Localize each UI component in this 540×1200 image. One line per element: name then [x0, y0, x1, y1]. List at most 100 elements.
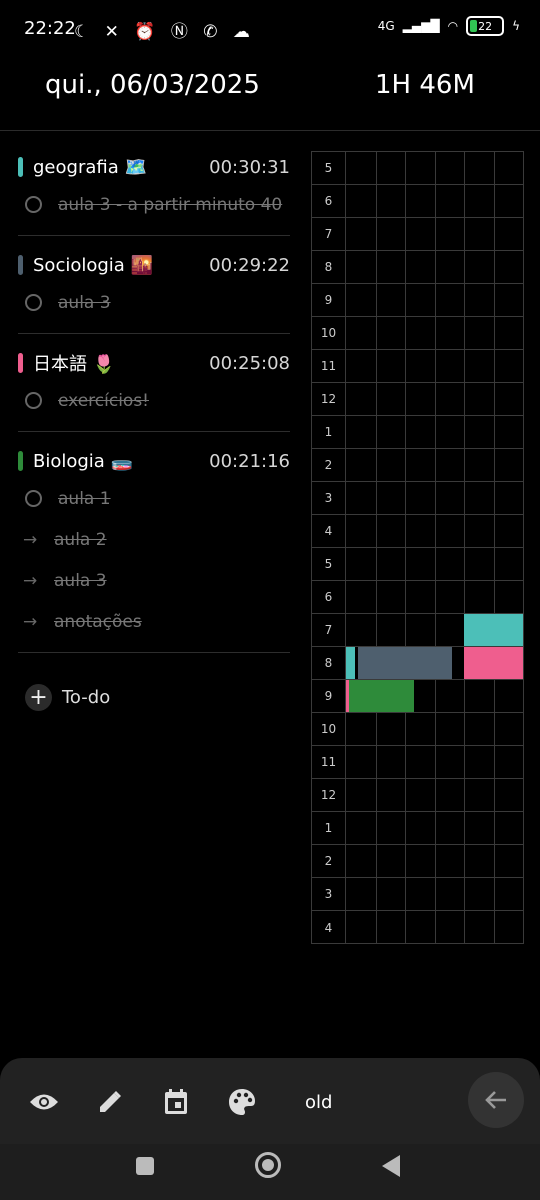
- back-button[interactable]: [382, 1155, 400, 1177]
- time-block[interactable]: [346, 647, 355, 679]
- task-group-header[interactable]: 日本語 🌷 00:25:08: [18, 346, 290, 380]
- grid-row-line: [346, 448, 523, 449]
- group-time: 00:30:31: [209, 157, 290, 178]
- time-block[interactable]: [357, 647, 453, 679]
- task-text: exercícios!: [58, 390, 149, 411]
- group-time: 00:21:16: [209, 451, 290, 472]
- group-name: Biologia 🧫: [33, 450, 133, 472]
- time-block[interactable]: [464, 614, 523, 646]
- group-color-bar: [18, 255, 23, 275]
- home-button[interactable]: [255, 1152, 281, 1178]
- network-label: 4G: [377, 19, 395, 33]
- recents-button[interactable]: [136, 1157, 154, 1175]
- wifi-icon: ◠: [447, 19, 459, 33]
- task-item[interactable]: → aula 3: [18, 560, 290, 601]
- pencil-icon[interactable]: [92, 1084, 128, 1120]
- hour-label: 4: [324, 920, 333, 935]
- hour-label: 12: [312, 383, 345, 416]
- status-right: 4G ▂▄▆█ ◠ 22 ϟ: [378, 16, 520, 36]
- hour-label: 3: [312, 482, 345, 515]
- grid-row-line: [346, 580, 523, 581]
- bottom-toolbar: old: [0, 1058, 540, 1144]
- hour-label: 9: [312, 680, 345, 713]
- group-name: geografia 🗺️: [33, 156, 147, 178]
- hour-label: 7: [312, 218, 345, 251]
- timeline-grid[interactable]: 5 6 7 8 9 10 11 12 1 2 3 4 5 6 7 8 9 10 11 12 1 2 3 4: [311, 151, 524, 944]
- add-todo-button[interactable]: + To-do: [25, 684, 110, 711]
- time-block[interactable]: [348, 680, 414, 712]
- hour-label: 8: [312, 647, 345, 680]
- checkbox-icon[interactable]: [25, 196, 42, 213]
- task-text: aula 2: [54, 529, 107, 550]
- status-bar: 22:22 ☾ ✕ ⏰ Ⓝ ✆ ☁ 4G ▂▄▆█ ◠ 22 ϟ: [0, 0, 540, 58]
- hour-label: 5: [312, 548, 345, 581]
- checkbox-icon[interactable]: [25, 392, 42, 409]
- notification-icons: ☾ ✕ ⏰ Ⓝ ✆ ☁: [74, 22, 255, 42]
- hour-label: 10: [312, 317, 345, 350]
- battery-level: 22: [478, 19, 493, 33]
- hour-label: 10: [312, 713, 345, 746]
- task-item[interactable]: aula 3: [18, 282, 290, 323]
- task-group-header[interactable]: geografia 🗺️ 00:30:31: [18, 150, 290, 184]
- mode-label[interactable]: old: [305, 1092, 332, 1113]
- task-group-header[interactable]: Sociologia 🌇 00:29:22: [18, 248, 290, 282]
- grid-row-line: [346, 382, 523, 383]
- hour-label: 3: [312, 878, 345, 911]
- hour-label: 6: [312, 581, 345, 614]
- plus-icon: +: [25, 684, 52, 711]
- task-text: anotações: [54, 611, 142, 632]
- grid-row-line: [346, 745, 523, 746]
- task-group: geografia 🗺️ 00:30:31 aula 3 - a partir mi…: [18, 150, 290, 236]
- task-item[interactable]: → aula 2: [18, 519, 290, 560]
- task-item[interactable]: → anotações: [18, 601, 290, 642]
- hour-label: 11: [312, 746, 345, 779]
- date-label[interactable]: qui., 06/03/2025: [45, 70, 260, 100]
- group-time: 00:25:08: [209, 353, 290, 374]
- grid-row-line: [346, 844, 523, 845]
- group-color-bar: [18, 451, 23, 471]
- group-name: Sociologia 🌇: [33, 254, 153, 276]
- group-name: 日本語 🌷: [33, 354, 116, 375]
- eye-icon[interactable]: [26, 1084, 62, 1120]
- hour-label: 1: [312, 416, 345, 449]
- back-arrow-button[interactable]: [468, 1072, 524, 1128]
- hour-column: 5 6 7 8 9 10 11 12 1 2 3 4 5 6 7 8 9 10 11 12 1 2 3 4: [312, 152, 346, 943]
- task-group: Biologia 🧫 00:21:16 aula 1 → aula 2 → aula 3 → a…: [18, 444, 290, 653]
- task-group-header[interactable]: Biologia 🧫 00:21:16: [18, 444, 290, 478]
- task-item[interactable]: aula 3 - a partir minuto 40: [18, 184, 290, 225]
- battery-icon: 22: [466, 16, 505, 36]
- group-time: 00:29:22: [209, 255, 290, 276]
- checkbox-icon[interactable]: [25, 294, 42, 311]
- arrow-right-icon: →: [23, 529, 38, 550]
- charging-icon: ϟ: [512, 19, 520, 33]
- arrow-right-icon: →: [23, 570, 38, 591]
- day-header: qui., 06/03/2025 1H 46M: [0, 58, 540, 131]
- grid-row-line: [346, 712, 523, 713]
- status-time: 22:22: [24, 18, 76, 39]
- total-time: 1H 46M: [375, 70, 475, 100]
- grid-row-line: [346, 910, 523, 911]
- time-block[interactable]: [464, 647, 523, 679]
- group-color-bar: [18, 157, 23, 177]
- hour-label: 11: [312, 350, 345, 383]
- hour-label: 8: [312, 251, 345, 284]
- hour-label: 1: [312, 812, 345, 845]
- calendar-icon[interactable]: [158, 1084, 194, 1120]
- grid-row-line: [346, 283, 523, 284]
- grid-row-line: [346, 217, 523, 218]
- task-text: aula 3: [58, 292, 111, 313]
- timeline-cells[interactable]: [346, 152, 523, 943]
- hour-label: 6: [312, 185, 345, 218]
- task-item[interactable]: aula 1: [18, 478, 290, 519]
- grid-row-line: [346, 811, 523, 812]
- task-text: aula 3: [54, 570, 107, 591]
- checkbox-icon[interactable]: [25, 490, 42, 507]
- task-item[interactable]: exercícios!: [18, 380, 290, 421]
- grid-row-line: [346, 481, 523, 482]
- hour-label: 5: [312, 152, 345, 185]
- hour-label: 12: [312, 779, 345, 812]
- task-group: 日本語 🌷 00:25:08 exercícios!: [18, 346, 290, 432]
- palette-icon[interactable]: [224, 1084, 260, 1120]
- grid-row-line: [346, 250, 523, 251]
- grid-row-line: [346, 415, 523, 416]
